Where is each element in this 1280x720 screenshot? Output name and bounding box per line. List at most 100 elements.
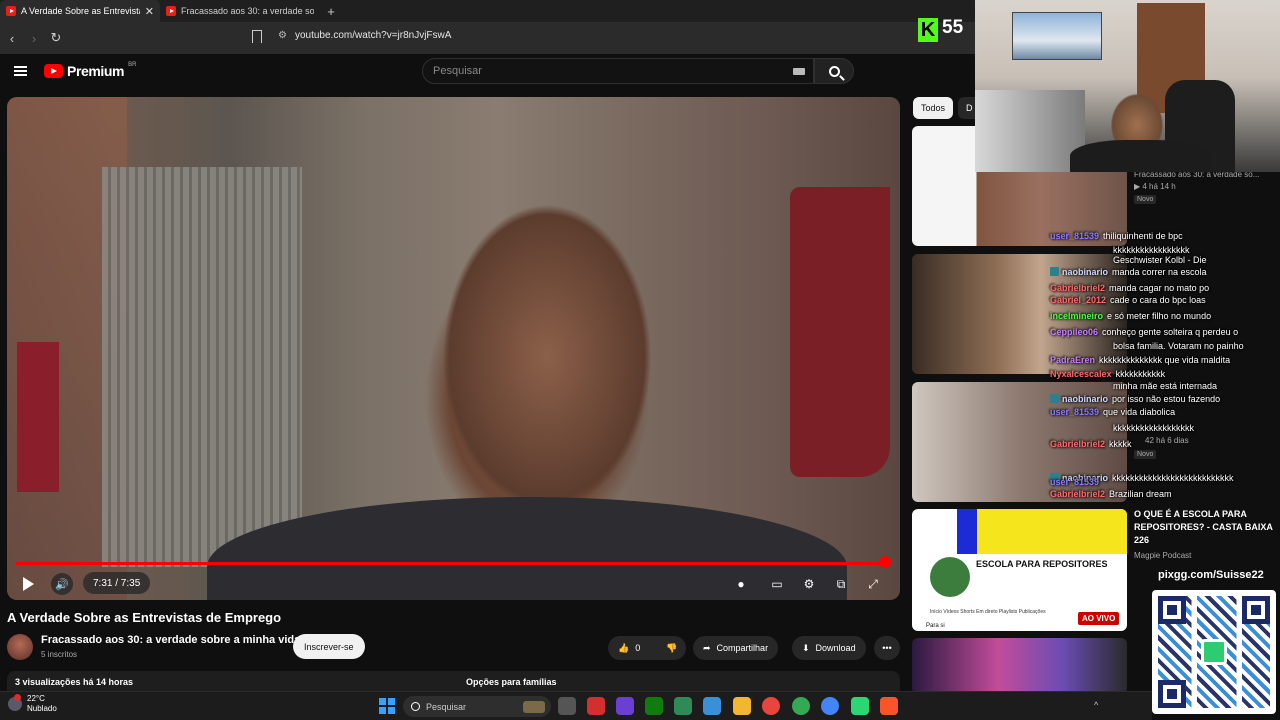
new-tab-button[interactable]: +	[320, 0, 342, 22]
site-settings-icon[interactable]: ⚙	[278, 30, 287, 41]
close-tab-icon[interactable]: ✕	[145, 5, 154, 18]
taskbar-search[interactable]: Pesquisar	[403, 696, 551, 717]
reload-icon[interactable]: ↻	[46, 30, 66, 46]
new-badge: Novo	[1134, 195, 1157, 204]
chat-text: manda cagar no mato po	[1109, 283, 1210, 293]
views-and-date: 3 visualizações há 14 horas	[15, 677, 134, 687]
store-app-icon[interactable]	[703, 697, 721, 715]
miniplayer-icon[interactable]: ⧉	[830, 573, 852, 595]
channel-name[interactable]: Fracassado aos 30: a verdade sobre a min…	[41, 634, 300, 646]
chat-username: Gabriel_2012	[1050, 295, 1107, 305]
subscribe-button[interactable]: Inscrever-se	[293, 634, 365, 659]
chip-all[interactable]: Todos	[913, 97, 954, 119]
vpn-app-icon[interactable]	[616, 697, 634, 715]
youtube-header: Premium BR Pesquisar	[0, 54, 975, 94]
qr-finder	[1242, 596, 1270, 624]
share-button[interactable]: ➦ Compartilhar	[693, 636, 779, 660]
qr-pattern	[1158, 596, 1270, 708]
bookmark-icon[interactable]	[252, 30, 262, 43]
thumb-page-label: Para si	[926, 623, 945, 629]
youtube-logo[interactable]: Premium BR	[44, 62, 136, 79]
player-controls: 🔊 7:31 / 7:35 ● ▭ ⚙ ⧉ ⤢	[7, 567, 900, 600]
chat-username: user_81539	[1050, 231, 1100, 241]
url-field[interactable]: ⚙ youtube.com/watch?v=jr8nJvjFswA	[278, 30, 451, 41]
recommended-title[interactable]: O QUE É A ESCOLA PARA REPOSITORES? - CAS…	[1134, 508, 1274, 547]
youtube-app-icon[interactable]	[587, 697, 605, 715]
chat-message: naobinario manda correr na escola	[1050, 266, 1207, 278]
download-icon: ⬇	[802, 642, 810, 653]
chat-app-icon[interactable]	[851, 697, 869, 715]
file-explorer-icon[interactable]	[733, 697, 751, 715]
address-bar: ‹ › ↻ ⚙ youtube.com/watch?v=jr8nJvjFswA	[0, 22, 975, 54]
chat-message: Geschwister Kolbl - Die	[1113, 254, 1207, 266]
menu-icon[interactable]	[14, 66, 27, 76]
youtube-play-logo-icon	[44, 64, 63, 78]
weather-widget[interactable]: 22°C Nublado	[8, 694, 57, 714]
thumb-channel-text: ESCOLA PARA REPOSITORES	[976, 559, 1108, 569]
webcam-wall-picture	[1012, 12, 1102, 60]
donation-url: pixgg.com/Suisse22	[1152, 566, 1280, 586]
chat-badge-icon	[1050, 394, 1059, 403]
chat-message: user_81539 que vida diabolica	[1050, 406, 1175, 418]
thumb-banner-stripe	[957, 509, 977, 554]
webcam-overlay	[975, 0, 1280, 172]
progress-bar[interactable]	[16, 562, 889, 565]
task-view-icon[interactable]	[558, 697, 576, 715]
youtube-favicon-icon	[6, 6, 16, 16]
more-actions-button[interactable]: •••	[874, 636, 900, 660]
browser-tab[interactable]: Fracassado aos 30: a verdade sobre a	[160, 0, 320, 22]
live-badge: AO VIVO	[1078, 612, 1120, 625]
back-icon[interactable]: ‹	[2, 31, 22, 46]
channel-avatar[interactable]	[7, 634, 33, 660]
thumb-tabs: Início Vídeos Shorts Em direto Playlists…	[930, 609, 1046, 615]
dislike-button[interactable]: 👎	[656, 636, 686, 660]
chat-text: e só meter filho no mundo	[1107, 311, 1212, 321]
captions-icon[interactable]: ▭	[766, 573, 788, 595]
browser-tab-active[interactable]: A Verdade Sobre as Entrevistas d ✕	[0, 0, 160, 22]
search-input[interactable]: Pesquisar	[422, 58, 814, 84]
fullscreen-icon[interactable]: ⤢	[862, 573, 884, 595]
like-button[interactable]: 👍 0	[608, 636, 656, 660]
new-badge: Novo	[1134, 450, 1157, 459]
volume-button[interactable]: 🔊	[51, 573, 73, 595]
webcam-streamer-shirt	[1070, 140, 1210, 172]
chat-username: naobinario	[1062, 267, 1109, 277]
play-button[interactable]	[17, 573, 39, 595]
system-tray-chevron-icon[interactable]: ^	[1094, 700, 1098, 710]
chat-text: Brazilian dream	[1109, 489, 1172, 499]
video-frame-cloth	[17, 342, 59, 492]
recommended-channel[interactable]: Magpie Podcast	[1134, 551, 1191, 560]
tab-title: Fracassado aos 30: a verdade sobre a	[181, 6, 314, 16]
logo-text: Premium	[67, 63, 125, 79]
search-placeholder: Pesquisar	[433, 65, 482, 77]
chat-text: manda correr na escola	[1112, 267, 1207, 277]
keyboard-icon[interactable]	[793, 68, 805, 75]
temperature: 22°C	[27, 694, 45, 703]
windows-start-icon[interactable]	[379, 698, 395, 714]
search-button[interactable]	[814, 58, 854, 84]
chat-message: kkkkkkkkkkkkkkkkkk	[1113, 422, 1194, 434]
chrome-icon[interactable]	[762, 697, 780, 715]
settings-gear-icon[interactable]: ⚙	[798, 573, 820, 595]
search-icon	[411, 702, 420, 711]
brave-browser-icon[interactable]	[880, 697, 898, 715]
family-options-link[interactable]: Opções para famílias	[466, 677, 557, 687]
video-title: A Verdade Sobre as Entrevistas de Empreg…	[7, 610, 282, 625]
download-button[interactable]: ⬇ Download	[792, 636, 866, 660]
chrome-profile-icon[interactable]	[792, 697, 810, 715]
kick-logo-icon: K	[918, 18, 938, 42]
chrome-canary-icon[interactable]	[821, 697, 839, 715]
xbox-app-icon[interactable]	[645, 697, 663, 715]
autoplay-toggle-icon[interactable]: ●	[730, 573, 752, 595]
notepad-app-icon[interactable]	[674, 697, 692, 715]
qr-finder	[1158, 596, 1186, 624]
video-player[interactable]: 🔊 7:31 / 7:35 ● ▭ ⚙ ⧉ ⤢	[7, 97, 900, 600]
forward-icon[interactable]: ›	[24, 31, 44, 46]
chat-message: minha mãe está internada	[1113, 380, 1217, 392]
volume-icon: 🔊	[51, 573, 73, 595]
weather-text: 22°C Nublado	[27, 694, 57, 714]
recommended-thumbnail[interactable]	[912, 638, 1127, 694]
chat-username: user_81539	[1050, 477, 1100, 487]
description-box[interactable]: 3 visualizações há 14 horas Opções para …	[7, 671, 900, 691]
video-frame-gate	[102, 167, 302, 567]
